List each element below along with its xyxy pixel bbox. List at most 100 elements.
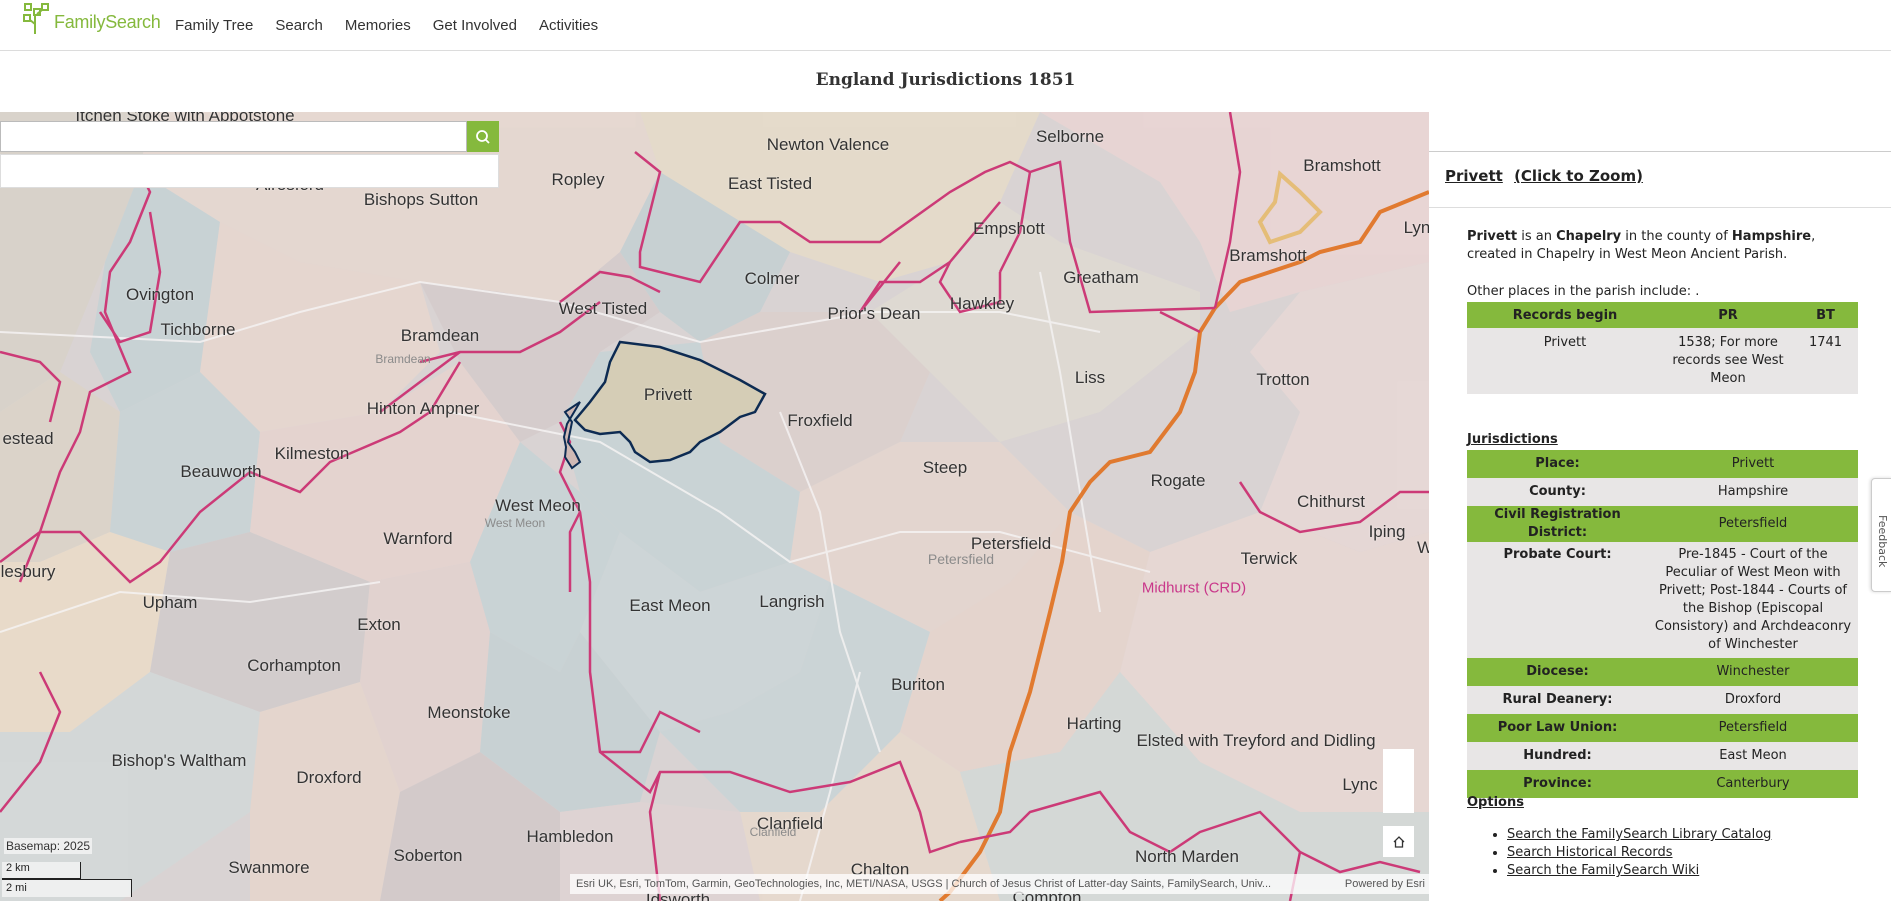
map-canvas[interactable] <box>0 112 1429 901</box>
map-label[interactable]: Hambledon <box>527 827 614 847</box>
options-list: Search the FamilySearch Library Catalog … <box>1507 826 1771 880</box>
map-label[interactable]: Terwick <box>1241 549 1298 569</box>
scale-mi: 2 mi <box>2 879 132 897</box>
map-label[interactable]: Rogate <box>1151 471 1206 491</box>
place-search <box>0 121 499 188</box>
other-places: Other places in the parish include: . <box>1467 284 1700 299</box>
crd-label[interactable]: Midhurst (CRD) <box>1142 580 1246 597</box>
map-faint-label: Bramdean <box>375 352 431 366</box>
option-historical-records-link[interactable]: Search Historical Records <box>1507 844 1771 862</box>
jurisdiction-key: Civil Registration District: <box>1467 506 1648 542</box>
map-label[interactable]: East Meon <box>629 596 710 616</box>
map-label[interactable]: lesbury <box>1 562 56 582</box>
options-title: Options <box>1467 795 1524 810</box>
map-label[interactable]: Warnford <box>383 529 452 549</box>
map-label[interactable]: Buriton <box>891 675 945 695</box>
jurisdictions-title: Jurisdictions <box>1467 432 1558 447</box>
zoom-link[interactable]: (Click to Zoom) <box>1514 167 1643 185</box>
map-label[interactable]: W <box>1417 538 1429 558</box>
map-label[interactable]: Chithurst <box>1297 492 1365 512</box>
nav-family-tree[interactable]: Family Tree <box>175 17 253 34</box>
map-label[interactable]: Newton Valence <box>767 135 890 155</box>
map-label[interactable]: Hawkley <box>950 294 1014 314</box>
map-label[interactable]: Lync <box>1342 775 1377 795</box>
map-label[interactable]: Elsted with Treyford and Didling <box>1136 731 1375 751</box>
map-label[interactable]: Upham <box>143 593 198 613</box>
zoom-control[interactable] <box>1383 749 1414 813</box>
records-cell: 1741 <box>1793 328 1858 394</box>
map-label[interactable]: Exton <box>357 615 400 635</box>
panel-header[interactable]: Privett (Click to Zoom) <box>1445 167 1643 185</box>
option-wiki-link[interactable]: Search the FamilySearch Wiki <box>1507 862 1771 880</box>
nav-get-involved[interactable]: Get Involved <box>433 17 517 34</box>
nav-activities[interactable]: Activities <box>539 17 598 34</box>
map-label[interactable]: Kilmeston <box>275 444 350 464</box>
nav-memories[interactable]: Memories <box>345 17 411 34</box>
desc-in: in the county of <box>1621 229 1732 244</box>
powered-by-esri[interactable]: Powered by Esri <box>1335 878 1429 890</box>
jurisdiction-value: Petersfield <box>1648 714 1858 742</box>
nav-search[interactable]: Search <box>275 17 323 34</box>
familysearch-logo[interactable]: FamilySearch <box>22 2 161 36</box>
option-library-catalog-link[interactable]: Search the FamilySearch Library Catalog <box>1507 826 1771 844</box>
map-label[interactable]: Bishop's Waltham <box>112 751 247 771</box>
map-label[interactable]: Harting <box>1067 714 1122 734</box>
jurisdiction-key: Diocese: <box>1467 658 1648 686</box>
logo-text: FamilySearch <box>54 11 161 32</box>
home-button[interactable] <box>1383 826 1414 857</box>
map-label[interactable]: estead <box>2 429 53 449</box>
map-label[interactable]: Prior's Dean <box>827 304 920 324</box>
map-label[interactable]: Bramdean <box>401 326 479 346</box>
search-button[interactable] <box>467 121 499 152</box>
map-label[interactable]: West Meon <box>495 496 581 516</box>
main-nav: Family Tree Search Memories Get Involved… <box>175 17 620 34</box>
map-label[interactable]: Trotton <box>1256 370 1309 390</box>
feedback-tab[interactable]: Feedback <box>1871 478 1891 592</box>
map-label[interactable]: Froxfield <box>787 411 852 431</box>
info-panel: Privett (Click to Zoom) Privett is an Ch… <box>1429 112 1891 901</box>
map-label[interactable]: Bramshott <box>1303 156 1380 176</box>
parish-fills <box>0 112 1429 901</box>
map-label[interactable]: East Tisted <box>728 174 812 194</box>
map-label[interactable]: Iping <box>1369 522 1406 542</box>
basemap-label[interactable]: Basemap: 2025 <box>4 838 93 854</box>
panel-divider <box>1429 151 1891 152</box>
map-label[interactable]: Tichborne <box>161 320 236 340</box>
place-name-link[interactable]: Privett <box>1445 167 1503 185</box>
map-label[interactable]: Corhampton <box>247 656 341 676</box>
map-label[interactable]: Meonstoke <box>427 703 510 723</box>
map-label[interactable]: Selborne <box>1036 127 1104 147</box>
map-label[interactable]: Colmer <box>745 269 800 289</box>
map-label[interactable]: Droxford <box>296 768 361 788</box>
map-label[interactable]: Swanmore <box>228 858 309 878</box>
feedback-label: Feedback <box>1876 515 1889 568</box>
map-label[interactable]: Bishops Sutton <box>364 190 478 210</box>
jurisdiction-value: Winchester <box>1648 658 1858 686</box>
map-label[interactable]: Bramshott <box>1229 246 1306 266</box>
jurisdiction-key: Province: <box>1467 770 1648 798</box>
map-view[interactable]: Itchen Stoke with Abbotstone Ropley Newt… <box>0 112 1429 901</box>
jurisdiction-value: Hampshire <box>1648 478 1858 506</box>
jurisdiction-key: Rural Deanery: <box>1467 686 1648 714</box>
map-label[interactable]: Greatham <box>1063 268 1139 288</box>
map-label[interactable]: Beauworth <box>180 462 261 482</box>
map-label[interactable]: Liss <box>1075 368 1105 388</box>
search-input[interactable] <box>0 121 467 152</box>
map-label[interactable]: Lyn <box>1404 218 1429 238</box>
map-label[interactable]: Empshott <box>973 219 1045 239</box>
map-label[interactable]: West Tisted <box>559 299 648 319</box>
map-label[interactable]: Privett <box>644 385 692 405</box>
attribution-text[interactable]: Esri UK, Esri, TomTom, Garmin, GeoTechno… <box>570 878 1335 890</box>
desc-is: is an <box>1517 229 1557 244</box>
top-bar: FamilySearch Family Tree Search Memories… <box>0 0 1891 51</box>
records-header: PR <box>1663 302 1793 328</box>
desc-county: Hampshire <box>1731 229 1812 244</box>
map-label[interactable]: Langrish <box>759 592 824 612</box>
map-label[interactable]: Ovington <box>126 285 194 305</box>
map-label[interactable]: North Marden <box>1135 847 1239 867</box>
map-label[interactable]: Steep <box>923 458 967 478</box>
map-label[interactable]: Ropley <box>552 170 605 190</box>
map-label[interactable]: Soberton <box>394 846 463 866</box>
jurisdiction-value: East Meon <box>1648 742 1858 770</box>
map-label[interactable]: Hinton Ampner <box>367 399 479 419</box>
